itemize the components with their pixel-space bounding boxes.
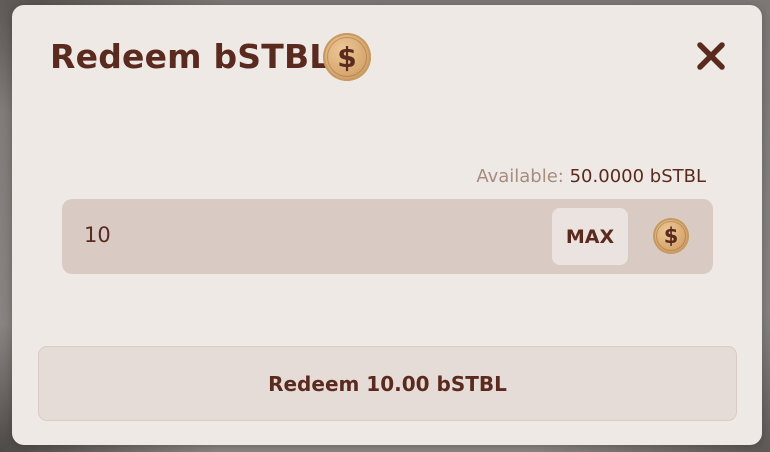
available-label: Available: (476, 166, 564, 187)
modal-title: Redeem bSTBL (50, 37, 331, 76)
redeem-button[interactable]: Redeem 10.00 bSTBL (38, 346, 737, 421)
amount-input[interactable] (84, 223, 484, 247)
available-value: 50.0000 bSTBL (569, 166, 706, 187)
redeem-modal: Redeem bSTBL $ Available: 50.0000 bSTBL … (12, 5, 762, 445)
amount-input-container: MAX (62, 199, 713, 274)
dollar-coin-icon: $ (323, 33, 371, 81)
close-icon[interactable] (694, 39, 728, 73)
max-button[interactable]: MAX (552, 208, 628, 265)
available-balance: Available: 50.0000 bSTBL (476, 166, 706, 187)
token-coin-icon: $ (653, 218, 689, 254)
